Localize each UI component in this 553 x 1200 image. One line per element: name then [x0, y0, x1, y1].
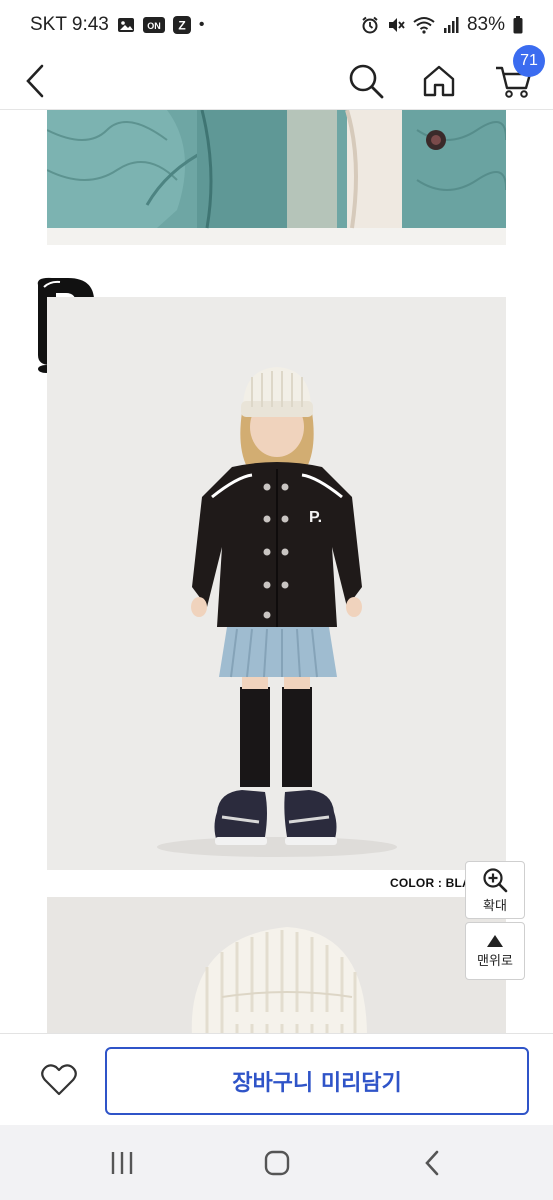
arrow-up-icon	[487, 934, 503, 947]
bottom-action-bar: 장바구니 미리담기	[0, 1033, 553, 1125]
zoom-button[interactable]: 확대	[465, 861, 525, 919]
search-button[interactable]	[345, 52, 387, 110]
status-dot: •	[198, 16, 205, 33]
zoom-label: 확대	[483, 897, 507, 913]
system-navigation-bar	[0, 1125, 553, 1200]
system-home-button[interactable]	[257, 1145, 297, 1181]
cart-count-badge: 71	[513, 45, 545, 77]
gallery-icon	[117, 16, 135, 34]
product-photo-black-jacket: P.	[47, 297, 506, 870]
chevron-left-icon	[425, 1150, 439, 1176]
z-badge-icon: Z	[172, 16, 191, 34]
mute-icon	[387, 16, 405, 34]
on-badge-icon: ON	[142, 16, 165, 34]
z-badge-text: Z	[178, 19, 185, 33]
product-photo-beanie	[47, 897, 506, 1033]
heart-icon	[41, 1064, 77, 1096]
zoom-in-icon	[483, 867, 508, 892]
back-button[interactable]	[18, 52, 54, 110]
add-to-cart-button[interactable]: 장바구니 미리담기	[105, 1047, 529, 1115]
scroll-to-top-button[interactable]: 맨위로	[465, 922, 525, 980]
carrier-time: SKT 9:43	[30, 14, 109, 35]
product-photo-teal-jacket	[47, 110, 506, 245]
recent-apps-icon	[111, 1152, 133, 1174]
search-icon	[349, 64, 384, 99]
signal-icon	[443, 16, 459, 34]
on-badge-text: ON	[147, 21, 161, 31]
wifi-icon	[413, 16, 435, 34]
wishlist-button[interactable]	[38, 1060, 80, 1100]
battery-icon	[513, 16, 523, 34]
alarm-icon	[361, 16, 379, 34]
system-back-button[interactable]	[412, 1145, 452, 1181]
status-bar: SKT 9:43 ON Z • 83%	[0, 0, 553, 52]
status-right: 83%	[361, 14, 523, 36]
back-arrow-icon	[26, 64, 44, 98]
recent-apps-button[interactable]	[102, 1145, 142, 1181]
home-circle-icon	[264, 1150, 290, 1176]
home-button[interactable]	[418, 52, 460, 110]
scroll-top-label: 맨위로	[477, 952, 513, 968]
status-left: SKT 9:43 ON Z •	[30, 14, 204, 36]
svg-text:P.: P.	[309, 509, 322, 526]
top-navigation-bar	[0, 52, 553, 110]
home-icon	[423, 65, 455, 97]
battery-percent: 83%	[466, 14, 505, 35]
